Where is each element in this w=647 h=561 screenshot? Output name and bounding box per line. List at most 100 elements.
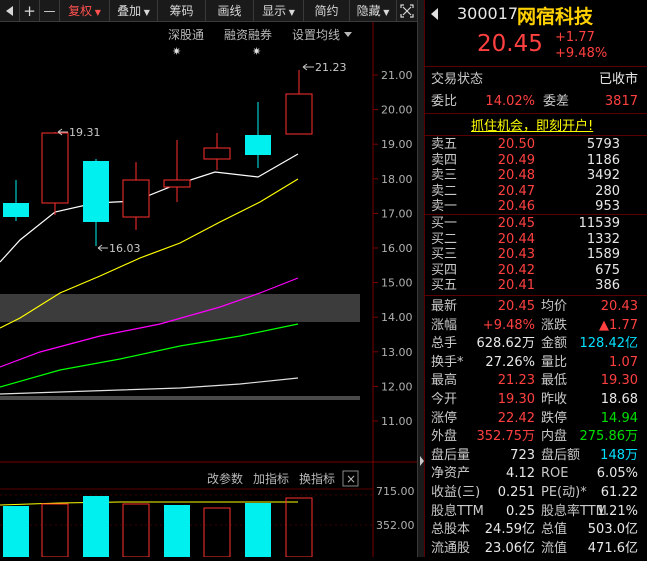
bid-row[interactable]: 买四 20.42 675 [425, 263, 647, 279]
stat-label: 总值 [541, 522, 568, 538]
chevron-down-icon [344, 32, 352, 37]
diejia-label: 叠加 [117, 4, 142, 18]
collapse-icon[interactable] [0, 0, 20, 22]
bid-label: 买三 [431, 247, 458, 263]
bid-volume: 1589 [586, 247, 620, 263]
bid-price: 20.42 [497, 262, 535, 278]
fuquan-button[interactable]: 复权 ▼ [60, 0, 110, 22]
bid-row[interactable]: 买三 20.43 1589 [425, 247, 647, 263]
stat-value: 20.43 [600, 299, 638, 314]
bid-volume: 675 [595, 262, 620, 278]
ask-row[interactable]: 卖二 20.47 280 [425, 184, 647, 200]
stock-name: 网宿科技 [517, 6, 594, 28]
volume-bar [3, 506, 29, 557]
collapse-icon[interactable] [429, 6, 441, 20]
candle [285, 70, 313, 135]
stat-value: 503.0亿 [587, 522, 638, 538]
change-params-button[interactable]: 改参数 [207, 471, 243, 486]
stat-value: 23.06亿 [484, 540, 535, 556]
shengutong-link[interactable]: 深股通 [168, 28, 204, 42]
ask-volume: 280 [595, 183, 620, 199]
candle [122, 162, 150, 230]
chevron-down-icon: ▼ [380, 8, 390, 17]
stat-value: 352.75万 [476, 429, 536, 445]
stat-value: 128.42亿 [579, 336, 639, 352]
stat-label: 盘后额 [541, 447, 581, 463]
stat-label: 最新 [431, 299, 458, 314]
ma30-line [0, 323, 299, 388]
stat-label: 内盘 [541, 429, 568, 445]
volume-axis-label: 715.00 [376, 485, 415, 498]
ask-label: 卖四 [431, 152, 458, 168]
add-indicator-button[interactable]: 加指标 [253, 471, 289, 486]
bid-price: 20.41 [497, 278, 535, 294]
star-marker: ✷ [252, 45, 261, 58]
ask-row[interactable]: 卖四 20.49 1186 [425, 153, 647, 169]
yincang-button[interactable]: 隐藏 ▼ [350, 0, 397, 22]
ask-row[interactable]: 卖三 20.48 3492 [425, 168, 647, 184]
chouma-button[interactable]: 筹码 [158, 0, 206, 22]
annotation-high: 21.23 [315, 61, 347, 74]
bid-row[interactable]: 买一 20.45 11539 [425, 216, 647, 232]
stat-label: 外盘 [431, 429, 458, 445]
volume-bar [164, 505, 190, 557]
weicha-label: 委差 [543, 94, 570, 109]
stat-value: 22.42 [497, 410, 535, 426]
price-band-line [0, 396, 360, 400]
jianyue-button[interactable]: 简约 [304, 0, 350, 22]
bid-row[interactable]: 买二 20.44 1332 [425, 232, 647, 248]
rongzi-link[interactable]: 融资融券 [224, 27, 272, 42]
stat-row: 外盘 352.75万 内盘 275.86万 [425, 427, 647, 446]
volume-bar [83, 496, 109, 557]
chart-toolbar: + — 复权 ▼ 叠加 ▼ 筹码 画线 显示 ▼ 简约 隐藏 ▼ [0, 0, 417, 22]
open-account-link[interactable]: 抓住机会，即刻开户! [471, 115, 593, 134]
switch-indicator-button[interactable]: 换指标 [299, 471, 335, 486]
bid-volume: 386 [595, 278, 620, 294]
stat-value: 24.59亿 [484, 522, 535, 538]
stat-value: 1.07 [609, 354, 638, 370]
ask-row[interactable]: 卖一 20.46 953 [425, 199, 647, 215]
price-axis-label: 20.00 [381, 104, 413, 117]
stat-row: 流通股 23.06亿 流值 471.6亿 [425, 539, 647, 558]
zoom-out-button[interactable]: — [40, 0, 60, 22]
stat-value: 18.68 [600, 392, 638, 407]
stat-value: 0.251 [497, 485, 535, 500]
xianshi-button[interactable]: 显示 ▼ [254, 0, 304, 22]
zoom-in-button[interactable]: + [20, 0, 40, 22]
stat-row: 最新 20.45 均价 20.43 [425, 297, 647, 316]
stat-label: 涨幅 [431, 317, 458, 333]
stat-label: 最高 [431, 373, 458, 389]
huaxian-button[interactable]: 画线 [206, 0, 254, 22]
settings-ma-link[interactable]: 设置均线 [292, 28, 340, 42]
ask-volume: 5793 [586, 137, 620, 152]
star-marker: ✷ [172, 45, 181, 58]
trade-status: 已收市 [598, 72, 638, 87]
stat-value: +9.48% [482, 317, 535, 333]
bid-label: 买四 [431, 262, 458, 278]
stat-value: 19.30 [600, 373, 638, 389]
stat-row: 盘后量 723 盘后额 148万 [425, 446, 647, 465]
price-axis-label: 18.00 [381, 173, 413, 186]
ask-row[interactable]: 卖五 20.50 5793 [425, 137, 647, 153]
ask-label: 卖三 [431, 168, 458, 184]
stat-label: 量比 [541, 354, 568, 370]
volume-bar [203, 507, 231, 557]
stat-value: ▲1.77 [599, 317, 638, 333]
quote-panel: 300017 网宿科技 20.45 +1.77 +9.48% 交易状态 已收市 … [424, 0, 647, 557]
bid-price: 20.43 [497, 247, 535, 263]
volume-axis-label: 352.00 [376, 519, 415, 532]
stat-value: 628.62万 [476, 336, 536, 352]
ask-volume: 1186 [586, 152, 620, 168]
stat-value: 61.22 [600, 485, 638, 500]
stat-label: 跌停 [541, 410, 568, 426]
ask-price: 20.48 [497, 168, 535, 184]
panel-splitter[interactable] [417, 0, 424, 557]
candle [41, 132, 69, 215]
bid-row[interactable]: 买五 20.41 386 [425, 278, 647, 294]
trade-status-label: 交易状态 [431, 72, 484, 87]
chevron-down-icon: ▼ [92, 8, 101, 17]
fullscreen-icon[interactable] [397, 0, 417, 22]
kline-chart[interactable]: 21.00 20.00 19.00 18.00 17.00 16.00 15.00 14.00… [0, 22, 417, 557]
stat-label: 涨停 [431, 410, 458, 426]
diejia-button[interactable]: 叠加 ▼ [110, 0, 158, 22]
